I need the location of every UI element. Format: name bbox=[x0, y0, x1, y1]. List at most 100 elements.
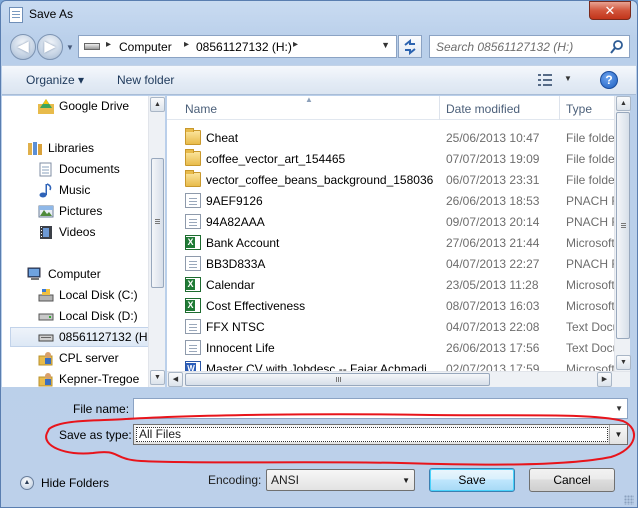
file-list-horizontal-thumb[interactable] bbox=[185, 373, 490, 386]
save-button[interactable]: Save bbox=[429, 468, 515, 492]
breadcrumb-computer[interactable]: Computer bbox=[119, 40, 172, 54]
file-name-cell: FFX NTSC bbox=[206, 320, 265, 334]
save-as-type-select[interactable]: All Files ▼ bbox=[133, 424, 628, 445]
nav-item-documents[interactable]: Documents bbox=[38, 160, 148, 180]
excel-icon bbox=[185, 277, 201, 292]
recent-locations-dropdown-icon[interactable]: ▼ bbox=[66, 43, 74, 52]
nav-item-kepner-tregoe[interactable]: Kepner-Tregoe bbox=[38, 370, 148, 387]
file-row[interactable]: BB3D833A 04/07/2013 22:27 PNACH File bbox=[167, 253, 630, 274]
file-type-cell: File folder bbox=[566, 173, 619, 187]
search-icon[interactable] bbox=[609, 39, 625, 55]
encoding-dropdown-icon[interactable]: ▼ bbox=[402, 476, 410, 485]
scroll-right-icon[interactable]: ▶ bbox=[597, 372, 612, 387]
nav-item-computer[interactable]: Computer bbox=[27, 265, 147, 285]
videos-icon bbox=[40, 226, 52, 239]
file-list-vertical-scrollbar[interactable]: ▲ ▼ bbox=[614, 96, 631, 371]
search-input[interactable] bbox=[436, 39, 606, 55]
nav-item-cpl-server[interactable]: CPL server bbox=[38, 349, 148, 369]
file-name-cell: Innocent Life bbox=[206, 341, 275, 355]
scroll-up-icon[interactable]: ▲ bbox=[616, 96, 631, 111]
nav-pane-scrollbar[interactable]: ▲ ▼ bbox=[148, 96, 165, 387]
file-row[interactable]: 9AEF9126 26/06/2013 18:53 PNACH File bbox=[167, 190, 630, 211]
music-icon bbox=[39, 183, 52, 198]
navigation-pane: Google Drive Libraries Documents Music P… bbox=[2, 96, 165, 387]
file-row[interactable]: Cheat 25/06/2013 10:47 File folder bbox=[167, 127, 630, 148]
file-row[interactable]: Innocent Life26/06/2013 17:56Text Docume… bbox=[167, 337, 630, 358]
nav-item-local-disk-d[interactable]: Local Disk (D:) bbox=[38, 307, 148, 327]
sort-ascending-icon: ▲ bbox=[305, 96, 313, 104]
column-header-date-modified[interactable]: Date modified bbox=[446, 102, 520, 116]
column-divider[interactable] bbox=[559, 96, 560, 120]
file-list-header: ▲ Name Date modified Type bbox=[167, 96, 630, 120]
nav-item-google-drive[interactable]: Google Drive bbox=[38, 97, 148, 117]
nav-item-videos[interactable]: Videos bbox=[38, 223, 148, 243]
search-box[interactable] bbox=[429, 35, 630, 58]
scroll-down-icon[interactable]: ▼ bbox=[616, 355, 631, 370]
nav-item-pictures[interactable]: Pictures bbox=[38, 202, 148, 222]
file-date-cell: 25/06/2013 10:47 bbox=[446, 131, 540, 145]
scroll-down-icon[interactable]: ▼ bbox=[150, 370, 165, 385]
pictures-icon bbox=[38, 205, 54, 218]
close-button[interactable]: ✕ bbox=[589, 1, 631, 20]
file-date-cell: 06/07/2013 23:31 bbox=[446, 173, 540, 187]
network-user-icon bbox=[38, 373, 53, 387]
file-name-field[interactable]: ▼ bbox=[133, 398, 628, 419]
nav-item-libraries[interactable]: Libraries bbox=[27, 139, 147, 159]
file-row[interactable]: vector_coffee_beans_background_158036 06/… bbox=[167, 169, 630, 190]
address-history-dropdown-icon[interactable]: ▼ bbox=[381, 40, 390, 50]
nav-item-music[interactable]: Music bbox=[38, 181, 148, 201]
breadcrumb-separator-icon[interactable]: ▸ bbox=[293, 39, 298, 50]
column-header-name[interactable]: Name bbox=[185, 102, 217, 116]
save-as-type-value[interactable]: All Files bbox=[136, 427, 608, 442]
file-name-input[interactable] bbox=[134, 399, 604, 417]
file-name-dropdown-icon[interactable]: ▼ bbox=[615, 404, 623, 413]
resize-grip[interactable] bbox=[624, 495, 634, 505]
cancel-button[interactable]: Cancel bbox=[529, 468, 615, 492]
save-as-type-dropdown-icon[interactable]: ▼ bbox=[609, 425, 627, 444]
file-date-cell: 07/07/2013 19:09 bbox=[446, 152, 540, 166]
nav-item-local-disk-c[interactable]: Local Disk (C:) bbox=[38, 286, 148, 306]
file-row[interactable]: Cost Effectiveness 08/07/2013 16:03 Micros… bbox=[167, 295, 630, 316]
file-list-vertical-thumb[interactable] bbox=[616, 112, 630, 339]
organize-menu[interactable]: Organize ▾ bbox=[26, 73, 84, 87]
refresh-button[interactable] bbox=[398, 35, 422, 58]
column-header-type[interactable]: Type bbox=[566, 102, 592, 116]
file-name-cell: Calendar bbox=[206, 278, 255, 292]
file-type-cell: Microsoft bbox=[566, 236, 615, 250]
forward-button[interactable]: ▶ bbox=[37, 34, 63, 60]
file-type-cell: Microsoft bbox=[566, 278, 615, 292]
file-name-label: File name: bbox=[73, 402, 130, 416]
scroll-up-icon[interactable]: ▲ bbox=[150, 97, 165, 112]
new-folder-button[interactable]: New folder bbox=[117, 73, 174, 87]
back-button[interactable]: ◀ bbox=[10, 34, 36, 60]
breadcrumb-separator-icon[interactable]: ▸ bbox=[184, 39, 189, 50]
breadcrumb-drive[interactable]: 08561127132 (H:) bbox=[196, 40, 292, 54]
save-as-type-label: Save as type: bbox=[59, 428, 132, 442]
dialog-footer: ▲ Hide Folders Encoding: ANSI ▼ Save Can… bbox=[2, 461, 636, 507]
view-dropdown-icon[interactable]: ▼ bbox=[564, 74, 572, 83]
nav-item-drive-h[interactable]: 08561127132 (H:) bbox=[10, 327, 155, 347]
libraries-icon bbox=[28, 142, 42, 155]
view-options-icon[interactable] bbox=[538, 73, 552, 87]
file-row[interactable]: Bank Account 27/06/2013 21:44 Microsoft bbox=[167, 232, 630, 253]
scroll-left-icon[interactable]: ◀ bbox=[168, 372, 183, 387]
file-row[interactable]: Calendar 23/05/2013 11:28 Microsoft bbox=[167, 274, 630, 295]
document-icon bbox=[185, 319, 201, 334]
file-list-horizontal-scrollbar[interactable]: ◀ ▶ bbox=[167, 371, 630, 387]
column-divider[interactable] bbox=[439, 96, 440, 120]
file-row[interactable]: coffee_vector_art_154465 07/07/2013 19:09… bbox=[167, 148, 630, 169]
google-drive-icon bbox=[38, 99, 54, 114]
file-name-cell: 9AEF9126 bbox=[206, 194, 263, 208]
encoding-select[interactable]: ANSI ▼ bbox=[266, 469, 415, 491]
file-name-cell: Cheat bbox=[206, 131, 239, 145]
refresh-icon bbox=[404, 38, 416, 56]
breadcrumb-separator-icon[interactable]: ▸ bbox=[106, 39, 111, 50]
file-row[interactable]: 94A82AAA 09/07/2013 20:14 PNACH File bbox=[167, 211, 630, 232]
document-icon bbox=[185, 340, 201, 355]
help-icon[interactable]: ? bbox=[600, 71, 618, 89]
nav-scroll-thumb[interactable] bbox=[151, 158, 164, 288]
file-row[interactable]: FFX NTSC04/07/2013 22:08Text Document bbox=[167, 316, 630, 337]
document-icon bbox=[185, 214, 201, 229]
local-disk-icon bbox=[38, 289, 54, 302]
address-bar[interactable]: ▸ Computer ▸ 08561127132 (H:) ▸ ▼ bbox=[78, 35, 397, 58]
